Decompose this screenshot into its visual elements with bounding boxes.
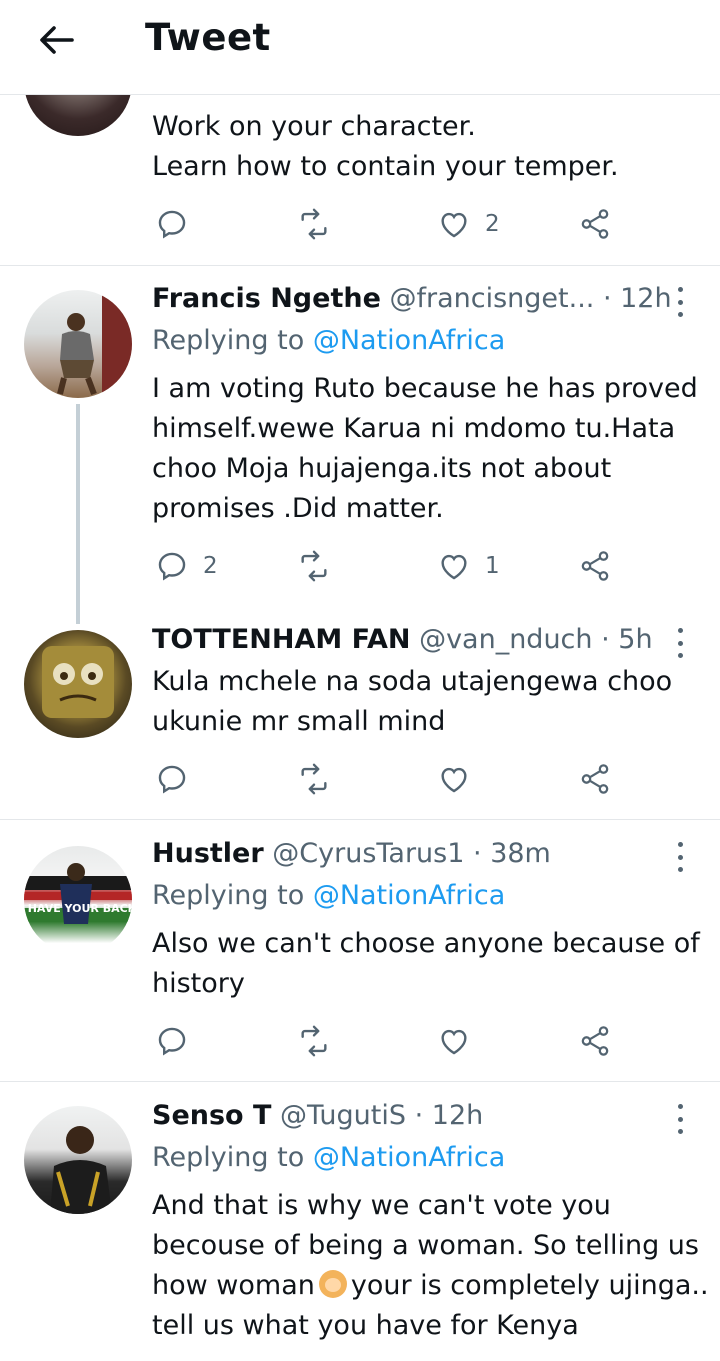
woman-emoji-icon: [318, 1270, 347, 1298]
separator-dot: ·: [414, 1100, 432, 1131]
reply-icon: [158, 765, 186, 794]
more-options-icon[interactable]: [668, 1104, 692, 1134]
share-button[interactable]: [578, 549, 612, 583]
retweet-button[interactable]: [297, 207, 331, 241]
like-count: 1: [485, 553, 500, 579]
divider: [0, 1081, 720, 1082]
share-button[interactable]: [578, 1024, 612, 1058]
avatar-photo: [57, 290, 132, 398]
tweet-text: Also we can't choose anyone because of h…: [152, 928, 700, 999]
like-button[interactable]: 2: [437, 207, 500, 241]
like-icon: [441, 1029, 467, 1055]
separator-dot: ·: [602, 283, 621, 314]
display-name[interactable]: Senso T: [152, 1100, 271, 1131]
share-icon: [581, 209, 609, 239]
display-name[interactable]: Hustler: [152, 838, 264, 869]
share-button[interactable]: [578, 762, 612, 796]
avatar-photo: [50, 1126, 112, 1214]
avatar[interactable]: I HAVE YOUR BACK: [24, 846, 132, 954]
mention-link[interactable]: @NationAfrica: [313, 1142, 505, 1173]
divider: [0, 265, 720, 266]
divider: [0, 819, 720, 820]
replying-to: Replying to @NationAfrica: [152, 325, 506, 356]
tweet-header: Hustler @CyrusTarus1 · 38m: [152, 838, 551, 869]
reply-button[interactable]: [155, 207, 189, 241]
replying-to: Replying to @NationAfrica: [152, 880, 506, 911]
reply-icon: [158, 552, 186, 581]
retweet-icon: [301, 208, 327, 240]
username[interactable]: @CyrusTarus1: [272, 838, 464, 869]
reply-button[interactable]: 2: [155, 549, 218, 583]
share-button[interactable]: [578, 207, 612, 241]
like-icon: [441, 554, 467, 580]
tweet-header: TOTTENHAM FAN @van_nduch · 5h: [152, 624, 653, 655]
tweet-text: I am voting Ruto because he has proved h…: [152, 373, 698, 524]
avatar-photo: [42, 646, 114, 718]
share-icon: [581, 764, 609, 794]
retweet-icon: [301, 763, 327, 795]
reply-button[interactable]: [155, 1024, 189, 1058]
like-icon: [441, 767, 467, 793]
more-options-icon[interactable]: [668, 842, 692, 872]
reply-icon: [158, 1027, 186, 1056]
avatar[interactable]: [24, 290, 132, 398]
tweet-text: Kula mchele na soda utajengewa choo ukun…: [152, 666, 673, 737]
timestamp[interactable]: 38m: [490, 838, 551, 869]
like-button[interactable]: [437, 1024, 471, 1058]
replying-to: Replying to @NationAfrica: [152, 1142, 506, 1173]
like-count: 2: [485, 211, 500, 237]
avatar-photo: I HAVE YOUR BACK: [24, 863, 132, 924]
timestamp[interactable]: 5h: [618, 624, 652, 655]
like-button[interactable]: [437, 762, 471, 796]
retweet-button[interactable]: [297, 549, 331, 583]
separator-dot: ·: [473, 838, 491, 869]
separator-dot: ·: [601, 624, 619, 655]
display-name[interactable]: Francis Ngethe: [152, 283, 381, 314]
arrow-left-icon: [40, 26, 74, 54]
username[interactable]: @van_nduch: [419, 624, 592, 655]
reply-count: 2: [203, 553, 218, 579]
retweet-icon: [301, 1025, 327, 1057]
thread-line: [76, 404, 80, 624]
reply-icon: [158, 210, 186, 239]
back-button[interactable]: [34, 20, 78, 60]
mention-link[interactable]: @NationAfrica: [313, 325, 505, 356]
avatar[interactable]: [24, 630, 132, 738]
avatar[interactable]: [24, 1106, 132, 1214]
tweet-text: And that is why we can't vote you becous…: [152, 1190, 709, 1341]
mention-link[interactable]: @NationAfrica: [313, 880, 505, 911]
reply-button[interactable]: [155, 762, 189, 796]
tweet-text: Work on your character. Learn how to con…: [152, 111, 619, 182]
username[interactable]: @TugutiS: [280, 1100, 406, 1131]
tweet-header: Francis Ngethe @francisnget... · 12h: [152, 283, 672, 314]
retweet-button[interactable]: [297, 762, 331, 796]
retweet-button[interactable]: [297, 1024, 331, 1058]
share-icon: [581, 551, 609, 581]
more-options-icon[interactable]: [668, 628, 692, 658]
like-icon: [441, 212, 467, 238]
display-name[interactable]: TOTTENHAM FAN: [152, 624, 410, 655]
avatar-caption: I HAVE YOUR BACK: [24, 902, 132, 915]
more-options-icon[interactable]: [668, 287, 692, 317]
username[interactable]: @francisnget...: [389, 283, 594, 314]
like-button[interactable]: 1: [437, 549, 500, 583]
timestamp[interactable]: 12h: [620, 283, 671, 314]
retweet-icon: [301, 550, 327, 582]
top-bar: Tweet: [0, 0, 720, 95]
page-title: Tweet: [145, 16, 271, 59]
share-icon: [581, 1026, 609, 1056]
timestamp[interactable]: 12h: [432, 1100, 483, 1131]
tweet-header: Senso T @TugutiS · 12h: [152, 1100, 483, 1131]
